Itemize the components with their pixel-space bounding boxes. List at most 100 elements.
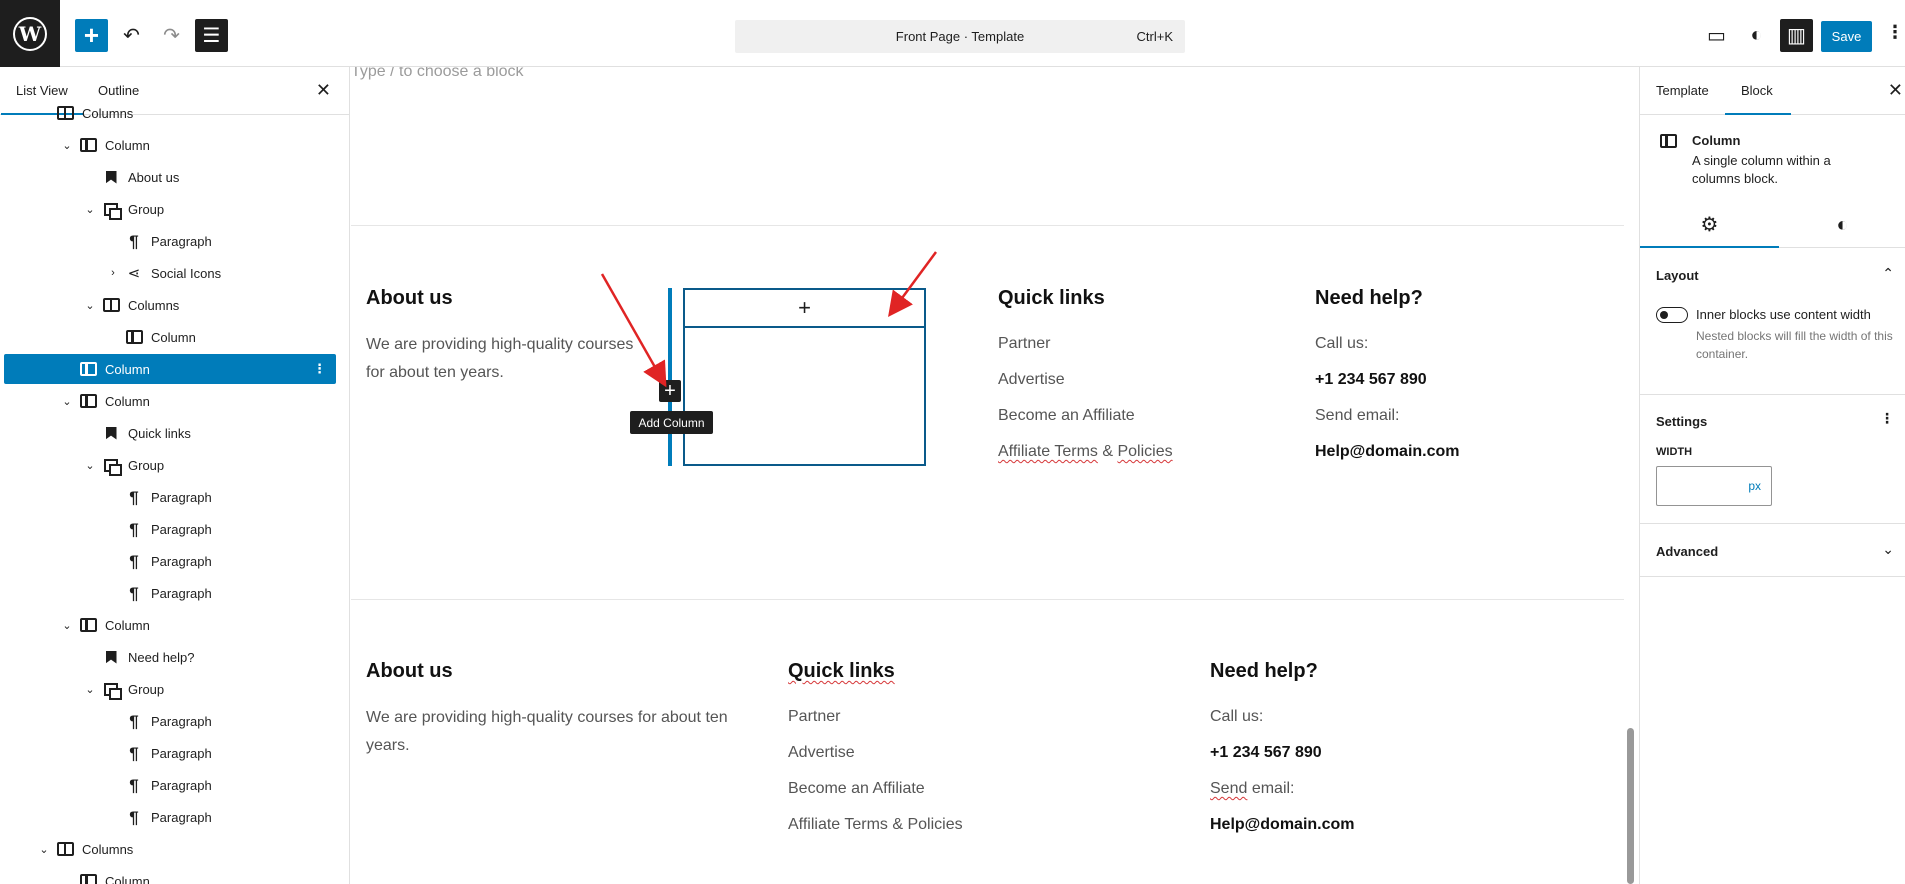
list-view-button[interactable]: ☰ [195, 19, 228, 52]
styles-tab-icon[interactable]: ◐ [1779, 202, 1905, 248]
group-icon [102, 201, 122, 220]
list-view-item[interactable]: ¶ Paragraph [4, 514, 336, 544]
column-icon [79, 361, 97, 377]
paragraph-icon: ¶ [129, 551, 139, 571]
chevron-down-icon[interactable]: ⌄ [37, 843, 51, 856]
chevron-up-icon[interactable]: ⌃ [1882, 265, 1894, 282]
list-view-item[interactable]: ¶ Paragraph [4, 546, 336, 576]
list-view-item[interactable]: ¶ Paragraph [4, 482, 336, 512]
paragraph-icon: ¶ [129, 519, 139, 539]
toggle-help-text: Nested blocks will fill the width of thi… [1696, 329, 1893, 361]
list-view-item[interactable]: Quick links [4, 418, 336, 448]
list-view-item-label: Social Icons [151, 265, 222, 281]
list-view-item[interactable]: About us [4, 162, 336, 192]
wordpress-logo-button[interactable]: W [0, 0, 60, 67]
list-view-item-label: Column [105, 137, 150, 153]
advanced-title[interactable]: Advanced [1656, 544, 1718, 559]
chevron-down-icon[interactable]: ⌄ [60, 395, 74, 408]
layout-title[interactable]: Layout [1656, 268, 1699, 283]
annotation-arrow [888, 251, 938, 318]
list-view-item[interactable]: ¶ Paragraph [4, 770, 336, 800]
chevron-down-icon[interactable]: ⌄ [83, 203, 97, 216]
list-view-item[interactable]: ⌄ Column [4, 130, 336, 160]
list-view-item[interactable]: ⌄ Group [4, 674, 336, 704]
group-icon [102, 457, 122, 476]
block-options-icon[interactable]: ⋮ [313, 361, 326, 377]
list-view-panel: List View Outline ✕ Columns ⌄ Column About … [0, 67, 350, 884]
save-button[interactable]: Save [1821, 21, 1872, 52]
undo-button[interactable]: ↶ [115, 19, 148, 52]
group-icon [102, 681, 122, 700]
view-icon[interactable]: ▭ [1700, 19, 1733, 52]
list-view-item[interactable]: ⌄ Columns [4, 290, 336, 320]
list-view-item[interactable]: ⌄ Group [4, 450, 336, 480]
list-view-item[interactable]: ¶ Paragraph [4, 738, 336, 768]
list-view-item[interactable]: ⌄ Columns [4, 834, 336, 864]
list-view-item-label: Paragraph [151, 713, 212, 729]
block-description: A single column within a columns block. [1692, 153, 1831, 186]
list-view-item-label: Columns [82, 105, 134, 121]
list-view-item[interactable]: Columns [4, 98, 336, 128]
list-view-item-label: Paragraph [151, 553, 212, 569]
list-view-item[interactable]: ¶ Paragraph [4, 226, 336, 256]
list-view-item-label: Paragraph [151, 233, 212, 249]
list-view-item[interactable]: ⌄ Column [4, 386, 336, 416]
list-view-item[interactable]: Column ⋮ [4, 354, 336, 384]
settings-menu-icon[interactable]: ⋮ [1880, 410, 1894, 427]
options-menu-icon[interactable]: ⋮ [1886, 22, 1904, 43]
bookmark-icon [102, 649, 120, 665]
list-view-item[interactable]: ¶ Paragraph [4, 802, 336, 832]
width-label: WIDTH [1656, 446, 1693, 458]
column-icon [125, 329, 143, 345]
tab-outline[interactable]: Outline [98, 83, 139, 98]
list-view-item-label: Column [105, 393, 150, 409]
list-view-item-label: Paragraph [151, 777, 212, 793]
chevron-down-icon[interactable]: ⌄ [60, 139, 74, 152]
chevron-down-icon[interactable]: ⌄ [83, 683, 97, 696]
toggle-label: Inner blocks use content width [1696, 307, 1871, 322]
list-view-item[interactable]: ¶ Paragraph [4, 578, 336, 608]
list-view-item-label: Paragraph [151, 521, 212, 537]
settings-sidebar-icon[interactable]: ▥ [1780, 19, 1813, 52]
paragraph-icon: ¶ [129, 231, 139, 251]
list-view-item[interactable]: ¶ Paragraph [4, 706, 336, 736]
list-view-item[interactable]: › ⋖ Social Icons [4, 258, 336, 288]
settings-title: Settings [1656, 414, 1708, 429]
tab-template[interactable]: Template [1656, 83, 1709, 98]
list-view-item-label: Quick links [128, 425, 191, 441]
settings-tab-icon[interactable]: ⚙ [1640, 202, 1779, 248]
width-input[interactable]: px [1656, 466, 1772, 506]
list-view-item-label: Column [105, 361, 150, 377]
command-palette-button[interactable]: Front Page · Template Ctrl+K [735, 20, 1185, 53]
list-view-item-label: Paragraph [151, 809, 212, 825]
paragraph-icon: ¶ [129, 743, 139, 763]
redo-button[interactable]: ↷ [155, 19, 188, 52]
bookmark-icon [102, 169, 120, 185]
shortcut-hint: Ctrl+K [1136, 29, 1173, 44]
unit-select[interactable]: px [1748, 479, 1761, 493]
close-icon[interactable]: ✕ [1888, 80, 1903, 101]
list-view-item[interactable]: ⌄ Group [4, 194, 336, 224]
styles-icon[interactable]: ◐ [1740, 19, 1773, 52]
editor-canvas: Type / to choose a block About us We are… [351, 67, 1624, 884]
canvas-scrollbar-thumb[interactable] [1627, 728, 1634, 884]
list-view-item[interactable]: Need help? [4, 642, 336, 672]
list-view-item[interactable]: ⌄ Column [4, 610, 336, 640]
columns-icon [56, 841, 74, 857]
settings-sidebar: Template Block ✕ Column A single column … [1639, 67, 1905, 884]
list-view-item-label: Need help? [128, 649, 195, 665]
add-block-button[interactable]: + [75, 19, 108, 52]
block-title: Column [1692, 133, 1741, 148]
bookmark-icon [102, 425, 120, 441]
chevron-down-icon[interactable]: ⌄ [60, 619, 74, 632]
tab-block[interactable]: Block [1725, 83, 1791, 115]
content-width-toggle[interactable] [1656, 307, 1688, 323]
chevron-down-icon[interactable]: ⌄ [83, 299, 97, 312]
chevron-right-icon[interactable]: › [106, 267, 120, 279]
chevron-down-icon[interactable]: ⌄ [1882, 541, 1894, 558]
tab-list-view[interactable]: List View [1, 83, 84, 115]
list-view-item[interactable]: Column [4, 866, 336, 884]
list-view-item[interactable]: Column [4, 322, 336, 352]
annotation-arrows [600, 251, 938, 388]
chevron-down-icon[interactable]: ⌄ [83, 459, 97, 472]
